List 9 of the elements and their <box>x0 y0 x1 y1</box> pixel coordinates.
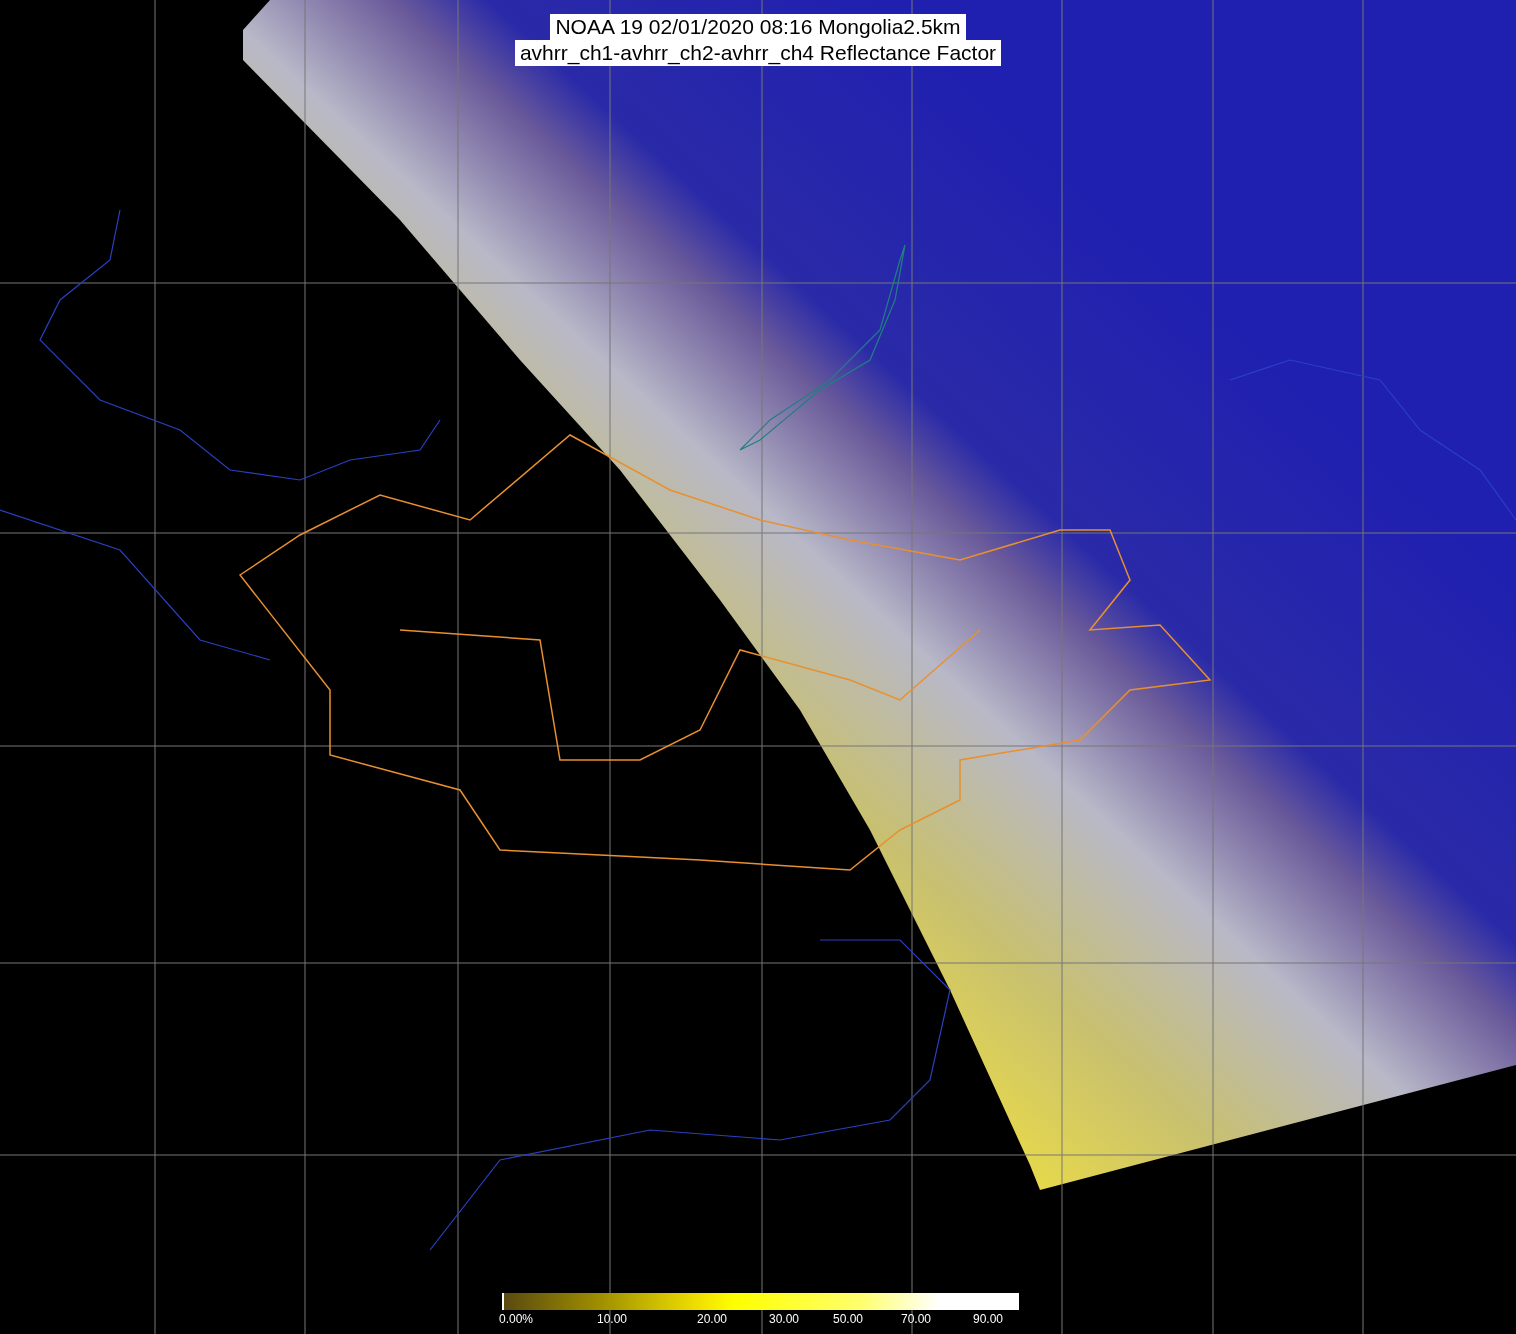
colorbar-label: 30.00 <box>769 1312 800 1326</box>
colorbar-label: 0.00% <box>499 1312 534 1326</box>
colorbar-label: 90.00 <box>973 1312 1004 1326</box>
map-title: NOAA 19 02/01/2020 08:16 Mongolia2.5km <box>550 14 966 40</box>
colorbar-label: 70.00 <box>901 1312 932 1326</box>
colorbar-label: 50.00 <box>833 1312 864 1326</box>
map-title: avhrr_ch1-avhrr_ch2-avhrr_ch4 Reflectance Factor <box>514 40 1002 66</box>
colorbar-label: 20.00 <box>697 1312 728 1326</box>
colorbar-label: 10.00 <box>597 1312 628 1326</box>
